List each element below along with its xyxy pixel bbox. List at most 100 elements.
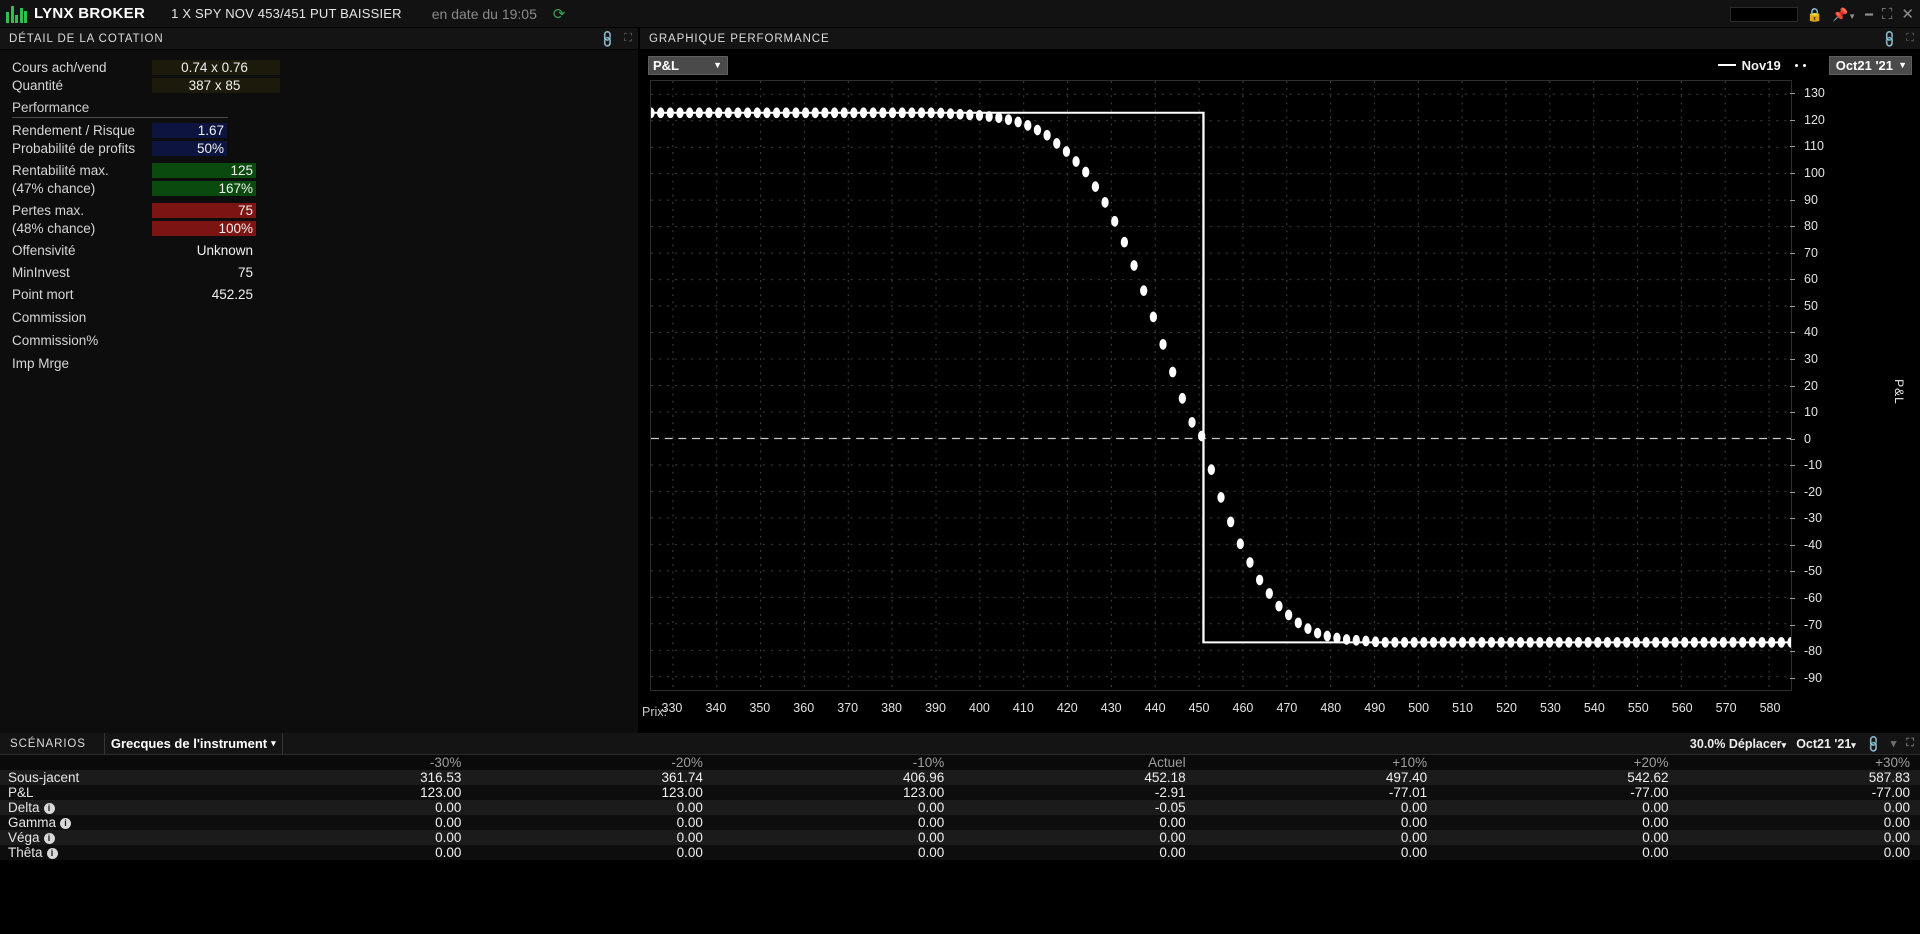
x-axis-tick: 460 bbox=[1232, 701, 1254, 715]
minimize-icon[interactable]: ━ bbox=[1865, 8, 1873, 21]
window-titlebar: LYNX BROKER 1 X SPY NOV 453/451 PUT BAIS… bbox=[0, 0, 1920, 28]
y-axis-tickmark bbox=[1790, 305, 1795, 307]
table-row: Thêta i 0.00 0.00 0.00 0.00 0.00 0.00 0.00 bbox=[0, 845, 1920, 860]
table-cell: 0.00 bbox=[917, 830, 945, 845]
pin-icon[interactable]: 📌▼ bbox=[1832, 8, 1856, 21]
y-axis-tickmark bbox=[1790, 332, 1795, 334]
scenarios-table-body: Sous-jacent 316.53 361.74 406.96 452.18 497.4… bbox=[0, 770, 1920, 860]
y-axis-tickmark bbox=[1790, 491, 1795, 493]
quote-row-max-profit: Rentabilité max. 125 bbox=[0, 161, 638, 179]
y-axis-tickmark bbox=[1790, 252, 1795, 254]
quote-value: 1.67 bbox=[152, 122, 227, 138]
quote-row-profit-probability: Probabilité de profits 50% bbox=[0, 139, 638, 157]
row-label: Sous-jacent bbox=[8, 770, 80, 785]
info-icon[interactable]: i bbox=[43, 833, 55, 844]
titlebar-search-input[interactable] bbox=[1729, 6, 1798, 22]
y-axis-tickmark bbox=[1790, 544, 1795, 546]
y-axis-tick: 40 bbox=[1804, 325, 1818, 340]
current-pl-dotted-line bbox=[651, 107, 1791, 648]
table-cell: 0.00 bbox=[1642, 845, 1669, 860]
column-header bbox=[0, 755, 230, 770]
chart-panel-header-icons: 🔗 ⛶ bbox=[1880, 28, 1914, 48]
expand-icon[interactable]: ⛶ bbox=[624, 32, 632, 45]
y-axis-tick: -30 bbox=[1804, 511, 1823, 526]
legend-label: Nov19 bbox=[1741, 57, 1781, 73]
link-icon[interactable]: 🔗 bbox=[1863, 733, 1883, 753]
chevron-down-icon: ▼ bbox=[713, 60, 722, 70]
scenarios-date-select[interactable]: Oct21 '21▾ bbox=[1796, 737, 1856, 751]
table-cell: 0.00 bbox=[1400, 845, 1428, 860]
y-axis-tick: 120 bbox=[1804, 112, 1825, 127]
link-icon[interactable]: 🔗 bbox=[598, 28, 618, 48]
expand-icon[interactable]: ⛶ bbox=[1906, 32, 1914, 45]
y-axis-tickmark bbox=[1790, 571, 1795, 573]
y-axis-tickmark bbox=[1790, 677, 1795, 679]
move-select[interactable]: 30.0% Déplacer▾ bbox=[1690, 737, 1786, 751]
table-cell: 406.96 bbox=[902, 770, 945, 785]
expand-icon[interactable]: ⛶ bbox=[1906, 737, 1914, 750]
y-axis-tickmark bbox=[1790, 279, 1795, 281]
table-cell: -77.01 bbox=[1388, 785, 1428, 800]
y-axis-tick: -80 bbox=[1804, 644, 1823, 659]
chart-date-select[interactable]: Oct21 '21 ▼ bbox=[1828, 55, 1912, 75]
x-axis-tick: 420 bbox=[1056, 701, 1078, 715]
maximize-icon[interactable]: ⛶ bbox=[1882, 7, 1893, 22]
titlebar-controls: 🔒 📌▼ ━ ⛶ ✕ bbox=[1729, 0, 1914, 28]
info-icon[interactable]: i bbox=[46, 848, 58, 859]
y-axis-label: P&L bbox=[1892, 378, 1907, 405]
y-axis-tick: -50 bbox=[1804, 564, 1823, 579]
metric-select[interactable]: P&L ▼ bbox=[648, 55, 728, 75]
quote-label: Rendement / Risque bbox=[12, 122, 136, 138]
tab-instrument-greeks[interactable]: Grecques de l'instrument ▾ bbox=[103, 732, 283, 755]
y-axis-tickmark bbox=[1790, 624, 1795, 626]
lynx-logo-icon bbox=[6, 5, 28, 23]
chart-panel-header: GRAPHIQUE PERFORMANCE 🔗 ⛶ bbox=[640, 28, 1920, 50]
link-icon[interactable]: 🔗 bbox=[1880, 28, 1900, 48]
column-header: +20% bbox=[1437, 755, 1679, 770]
table-cell: 0.00 bbox=[1400, 815, 1428, 830]
chart-area: P&L ▼ Nov19 Oct21 '21 ▼ 130 120 110 100 … bbox=[640, 50, 1920, 733]
info-icon[interactable]: i bbox=[43, 803, 55, 814]
table-cell: 0.00 bbox=[1400, 800, 1428, 815]
x-axis-tick: 400 bbox=[968, 701, 990, 715]
quote-label: Quantité bbox=[12, 77, 64, 93]
payoff-plot[interactable] bbox=[650, 80, 1792, 691]
y-axis-tickmark bbox=[1790, 93, 1795, 95]
table-cell: 123.00 bbox=[902, 785, 945, 800]
x-axis-tick: 480 bbox=[1320, 701, 1342, 715]
quote-label: Imp Mrge bbox=[12, 355, 70, 371]
lock-icon[interactable]: 🔒 bbox=[1807, 8, 1823, 21]
refresh-icon[interactable]: ⟳ bbox=[553, 5, 566, 23]
chart-toolbar: P&L ▼ Nov19 Oct21 '21 ▼ bbox=[648, 54, 1912, 76]
scenarios-table: -30% -20% -10% Actuel +10% +20% +30% Sous-jace… bbox=[0, 755, 1920, 860]
quote-label: (47% chance) bbox=[12, 180, 96, 196]
quote-panel-title: DÉTAIL DE LA COTATION bbox=[9, 32, 164, 45]
brand-title: LYNX BROKER bbox=[34, 5, 146, 22]
table-cell: 0.00 bbox=[676, 845, 703, 860]
quote-value: 0.74 x 0.76 bbox=[152, 59, 280, 75]
scenarios-date-label: Oct21 '21 bbox=[1796, 736, 1852, 751]
quote-row-max-loss-chance: (48% chance) 100% bbox=[0, 219, 638, 237]
close-icon[interactable]: ✕ bbox=[1901, 7, 1914, 22]
y-axis-tick: -60 bbox=[1804, 591, 1823, 606]
y-axis-tick: 80 bbox=[1804, 219, 1818, 234]
x-axis-tick: 450 bbox=[1188, 701, 1210, 715]
info-icon[interactable]: i bbox=[60, 818, 72, 829]
table-row: Gamma i 0.00 0.00 0.00 0.00 0.00 0.00 0.00 bbox=[0, 815, 1920, 830]
quote-detail-panel: DÉTAIL DE LA COTATION 🔗 ⛶ Cours ach/vend… bbox=[0, 28, 640, 733]
expiry-payoff-line bbox=[651, 111, 1791, 644]
table-cell: -0.05 bbox=[1154, 800, 1186, 815]
column-header: -30% bbox=[230, 755, 472, 770]
metric-select-label: P&L bbox=[653, 57, 679, 73]
main-content: DÉTAIL DE LA COTATION 🔗 ⛶ Cours ach/vend… bbox=[0, 28, 1920, 733]
table-cell: 0.00 bbox=[1883, 800, 1910, 815]
chart-panel-title: GRAPHIQUE PERFORMANCE bbox=[649, 32, 830, 45]
chevron-down-icon[interactable]: ▾ bbox=[1891, 737, 1897, 750]
column-header: +30% bbox=[1678, 755, 1920, 770]
y-axis-tick: -90 bbox=[1804, 670, 1823, 685]
quote-value: Unknown bbox=[196, 242, 253, 258]
quote-value: 167% bbox=[152, 180, 256, 196]
quote-row-commission-pct: Commission% bbox=[0, 331, 638, 349]
table-cell: 123.00 bbox=[661, 785, 703, 800]
y-axis-tickmark bbox=[1790, 385, 1795, 387]
